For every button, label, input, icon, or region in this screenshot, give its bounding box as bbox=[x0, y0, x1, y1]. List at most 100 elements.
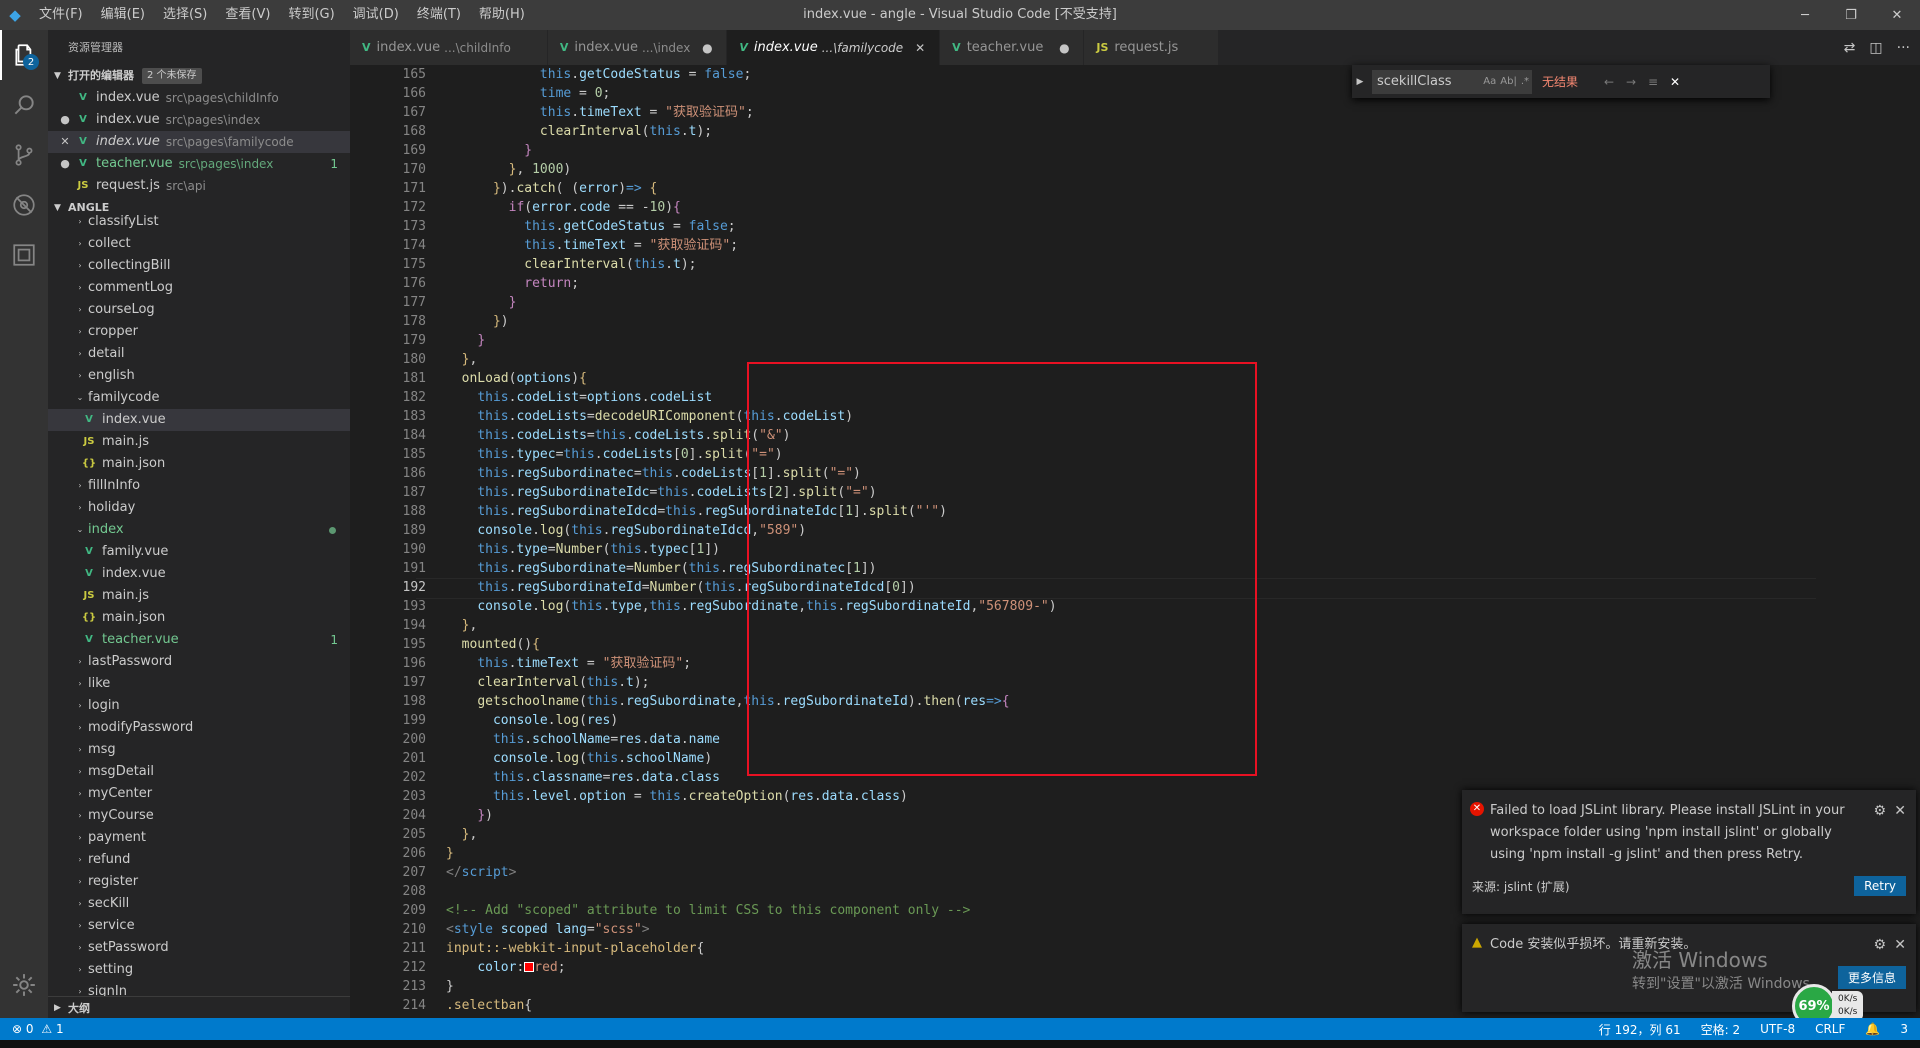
outline-header[interactable]: ▶ 大纲 bbox=[48, 996, 350, 1018]
tree-file[interactable]: {} main.json bbox=[48, 453, 350, 475]
code-line: 171 }).catch( (error)=> { bbox=[350, 179, 658, 198]
tree-folder[interactable]: › fillInInfo bbox=[48, 475, 350, 497]
more-actions-icon[interactable]: ··· bbox=[1897, 40, 1910, 56]
match-case-icon[interactable]: Aa bbox=[1483, 70, 1496, 94]
indentation[interactable]: 空格: 2 bbox=[1701, 1021, 1741, 1038]
dirty-dot-icon[interactable]: ● bbox=[56, 153, 74, 175]
manage-activity[interactable] bbox=[0, 960, 48, 1010]
tree-folder[interactable]: › courseLog bbox=[48, 299, 350, 321]
open-editor-item[interactable]: ✕ Vindex.vue src\pages\familycode bbox=[48, 131, 350, 153]
tree-folder[interactable]: › setPassword bbox=[48, 937, 350, 959]
tree-folder[interactable]: › holiday bbox=[48, 497, 350, 519]
tree-folder[interactable]: › payment bbox=[48, 827, 350, 849]
close-window-button[interactable]: ✕ bbox=[1874, 0, 1920, 30]
open-changes-icon[interactable]: ⇄ bbox=[1844, 40, 1856, 56]
search-activity[interactable] bbox=[0, 80, 48, 130]
tree-file[interactable]: JS main.js bbox=[48, 585, 350, 607]
retry-button[interactable]: Retry bbox=[1854, 876, 1906, 896]
menu-item[interactable]: 终端(T) bbox=[408, 0, 470, 30]
open-editor-item[interactable]: ● Vindex.vue src\pages\index bbox=[48, 109, 350, 131]
tree-folder[interactable]: › commentLog bbox=[48, 277, 350, 299]
tree-folder[interactable]: › english bbox=[48, 365, 350, 387]
tree-folder[interactable]: › modifyPassword bbox=[48, 717, 350, 739]
split-editor-icon[interactable]: ◫ bbox=[1869, 40, 1882, 56]
editor-tab[interactable]: Vindex.vue ...\familycode ✕ bbox=[727, 30, 941, 65]
open-editor-item[interactable]: Vindex.vue src\pages\childInfo bbox=[48, 87, 350, 109]
debug-activity[interactable] bbox=[0, 180, 48, 230]
tree-folder[interactable]: › detail bbox=[48, 343, 350, 365]
menu-item[interactable]: 选择(S) bbox=[154, 0, 216, 30]
open-editors-header[interactable]: ▼ 打开的编辑器 2 个未保存 bbox=[48, 65, 350, 87]
tree-folder[interactable]: › login bbox=[48, 695, 350, 717]
tree-folder[interactable]: › lastPassword bbox=[48, 651, 350, 673]
tree-folder[interactable]: › collect bbox=[48, 233, 350, 255]
find-in-selection-icon[interactable]: ≡ bbox=[1642, 75, 1664, 89]
tab-close-icon[interactable]: ✕ bbox=[913, 41, 927, 55]
editor-tab[interactable]: Vindex.vue ...\childInfo bbox=[350, 30, 548, 65]
minimize-button[interactable]: ─ bbox=[1782, 0, 1828, 30]
explorer-activity[interactable]: 2 bbox=[0, 30, 48, 80]
tree-folder[interactable]: › cropper bbox=[48, 321, 350, 343]
close-find-icon[interactable]: ✕ bbox=[1664, 75, 1686, 89]
notification-gear-icon[interactable]: ⚙ bbox=[1873, 934, 1886, 956]
tree-folder[interactable]: › collectingBill bbox=[48, 255, 350, 277]
tree-folder[interactable]: › like bbox=[48, 673, 350, 695]
menu-item[interactable]: 查看(V) bbox=[216, 0, 279, 30]
tree-file[interactable]: Vindex.vue bbox=[48, 409, 350, 431]
code-text: color: red; bbox=[477, 960, 566, 975]
tree-file[interactable]: JS main.js bbox=[48, 431, 350, 453]
editor-tab[interactable]: Vindex.vue ...\index ● bbox=[547, 30, 728, 65]
menu-item[interactable]: 转到(G) bbox=[279, 0, 343, 30]
tree-item-label: setting bbox=[88, 962, 134, 977]
notification-gear-icon[interactable]: ⚙ bbox=[1873, 800, 1886, 822]
menu-item[interactable]: 帮助(H) bbox=[470, 0, 534, 30]
tree-file[interactable]: Vindex.vue bbox=[48, 563, 350, 585]
toggle-replace-icon[interactable]: ▶ bbox=[1352, 77, 1368, 87]
tree-item-label: classifyList bbox=[88, 214, 159, 229]
notification-close-icon[interactable]: ✕ bbox=[1894, 800, 1906, 822]
tree-folder[interactable]: › classifyList bbox=[48, 211, 350, 233]
notifications-bell-icon[interactable]: 🔔 bbox=[1865, 1022, 1880, 1036]
tree-file[interactable]: Vteacher.vue 1 bbox=[48, 629, 350, 651]
editor-tab[interactable]: JS request.js bbox=[1084, 30, 1220, 65]
line-number: 171 bbox=[402, 181, 426, 196]
dirty-dot-icon[interactable]: ● bbox=[56, 109, 74, 131]
problems-status[interactable]: ⊗ 0 ⚠ 1 bbox=[12, 1022, 64, 1036]
tree-folder[interactable]: › refund bbox=[48, 849, 350, 871]
menu-item[interactable]: 编辑(E) bbox=[92, 0, 154, 30]
tree-folder[interactable]: › myCenter bbox=[48, 783, 350, 805]
line-number: 177 bbox=[402, 295, 426, 310]
end-of-line[interactable]: CRLF bbox=[1815, 1022, 1845, 1036]
cursor-position[interactable]: 行 192，列 61 bbox=[1599, 1021, 1681, 1038]
editor-tab[interactable]: Vteacher.vue ● bbox=[940, 30, 1085, 65]
tree-folder[interactable]: ⌄ familycode bbox=[48, 387, 350, 409]
find-input[interactable]: scekillClass Aa Ab| .* bbox=[1372, 69, 1532, 94]
tree-folder[interactable]: › setting bbox=[48, 959, 350, 981]
match-word-icon[interactable]: Ab| bbox=[1500, 70, 1517, 94]
tree-folder[interactable]: › myCourse bbox=[48, 805, 350, 827]
open-editor-item[interactable]: JS request.js src\api bbox=[48, 175, 350, 197]
tree-item-label: index.vue bbox=[102, 566, 166, 581]
tree-folder[interactable]: › register bbox=[48, 871, 350, 893]
regex-icon[interactable]: .* bbox=[1521, 70, 1529, 94]
tree-file[interactable]: Vfamily.vue bbox=[48, 541, 350, 563]
restore-button[interactable]: ❐ bbox=[1828, 0, 1874, 30]
tree-folder[interactable]: ⌄ index bbox=[48, 519, 350, 541]
tree-folder[interactable]: › msg bbox=[48, 739, 350, 761]
next-match-icon[interactable]: → bbox=[1620, 75, 1642, 89]
menu-item[interactable]: 调试(D) bbox=[344, 0, 408, 30]
tab-dirty-icon[interactable]: ● bbox=[1057, 41, 1071, 55]
source-control-activity[interactable] bbox=[0, 130, 48, 180]
tree-folder[interactable]: › msgDetail bbox=[48, 761, 350, 783]
extensions-activity[interactable] bbox=[0, 230, 48, 280]
tree-folder[interactable]: › service bbox=[48, 915, 350, 937]
menu-item[interactable]: 文件(F) bbox=[30, 0, 92, 30]
close-icon[interactable]: ✕ bbox=[56, 131, 74, 153]
encoding[interactable]: UTF-8 bbox=[1760, 1022, 1795, 1036]
tab-dirty-icon[interactable]: ● bbox=[700, 41, 714, 55]
tree-file[interactable]: {} main.json bbox=[48, 607, 350, 629]
tree-folder[interactable]: › secKill bbox=[48, 893, 350, 915]
previous-match-icon[interactable]: ← bbox=[1598, 75, 1620, 89]
open-editor-item[interactable]: ● Vteacher.vue src\pages\index 1 bbox=[48, 153, 350, 175]
notification-close-icon[interactable]: ✕ bbox=[1894, 934, 1906, 956]
